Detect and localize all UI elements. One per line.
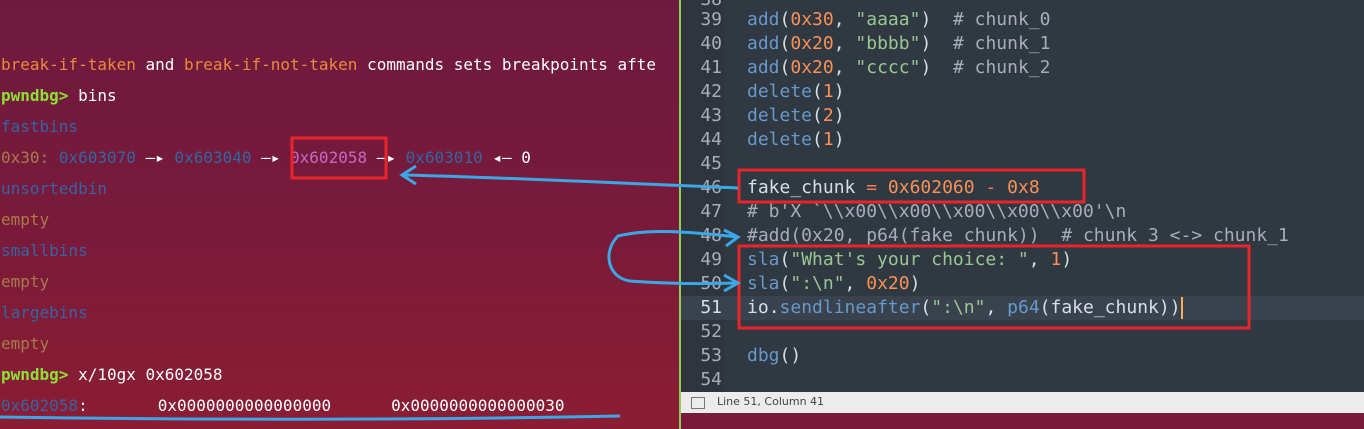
chain-tail: 0 [521, 148, 531, 167]
prompt-line-x: pwndbg> x/10gx 0x602058 [1, 365, 223, 385]
line-number: 47 [700, 201, 722, 222]
mem-address: 0x602058 [1, 396, 79, 415]
help-connector: and [135, 55, 185, 74]
unsortedbin-header: unsortedbin [1, 179, 107, 198]
text-cursor [1180, 297, 1183, 319]
fastbins-header: fastbins [1, 117, 79, 136]
unsortedbin-empty: empty [1, 210, 50, 229]
chain-addr: 0x603010 [405, 148, 483, 167]
line-number: 48 [700, 225, 722, 246]
line-number: 41 [700, 57, 722, 78]
chain-addr: 0x603070 [58, 148, 136, 167]
line-number: 52 [700, 321, 722, 342]
command-text: x/10gx 0x602058 [68, 365, 223, 384]
line-number: 39 [700, 9, 722, 30]
line-number: 50 [700, 273, 722, 294]
terminal-pane[interactable]: break-if-taken and break-if-not-taken co… [0, 0, 680, 429]
cmd-break-if-not-taken: break-if-not-taken [184, 55, 358, 74]
help-text-line: break-if-taken and break-if-not-taken co… [1, 55, 656, 75]
cmd-break-if-taken: break-if-taken [1, 55, 136, 74]
line-number: 40 [700, 33, 722, 54]
line-number: 44 [700, 129, 722, 150]
largebins-empty: empty [1, 334, 50, 353]
line-number: 53 [700, 345, 722, 366]
line-number: 51 [700, 297, 722, 318]
smallbins-empty: empty [1, 272, 50, 291]
help-rest: commands sets breakpoints afte [357, 55, 657, 74]
command-text: bins [68, 86, 117, 105]
panel-toggle-icon[interactable] [691, 397, 705, 409]
line-number: 42 [700, 81, 722, 102]
chain-addr-highlighted: 0x602058 [290, 148, 368, 167]
line-number: 46 [700, 177, 722, 198]
mem-value: 0x0000000000000030 [391, 396, 565, 415]
pwndbg-prompt: pwndbg> [1, 365, 69, 384]
memory-dump-line: 0x602058: 0x0000000000000000 0x00000000000… [1, 396, 564, 416]
right-arrow-icon: —▸ [145, 148, 165, 167]
status-bar: Line 51, Column 41 [681, 392, 1364, 413]
line-number: 43 [700, 105, 722, 126]
fastbin-chain-line: 0x30: 0x603070 —▸ 0x603040 —▸ 0x602058 —… [1, 148, 531, 168]
line-number: 49 [700, 249, 722, 270]
line-number: 54 [700, 369, 722, 390]
chain-addr: 0x603040 [174, 148, 252, 167]
pwndbg-prompt: pwndbg> [1, 86, 69, 105]
prompt-line-bins: pwndbg> bins [1, 86, 117, 106]
right-arrow-icon: —▸ [376, 148, 396, 167]
largebins-header: largebins [1, 303, 88, 322]
code-editor[interactable]: 38 39add(0x30, "aaaa") # chunk_0 40add(0… [679, 0, 1364, 429]
bin-size: 0x30: [1, 148, 50, 167]
line-number: 45 [700, 153, 722, 174]
smallbins-header: smallbins [1, 241, 88, 260]
mem-value: 0x0000000000000000 [157, 396, 332, 415]
left-arrow-icon: ◂— [492, 148, 512, 167]
mem-colon: : [78, 396, 88, 415]
right-arrow-icon: —▸ [261, 148, 281, 167]
cursor-position: Line 51, Column 41 [717, 395, 825, 408]
